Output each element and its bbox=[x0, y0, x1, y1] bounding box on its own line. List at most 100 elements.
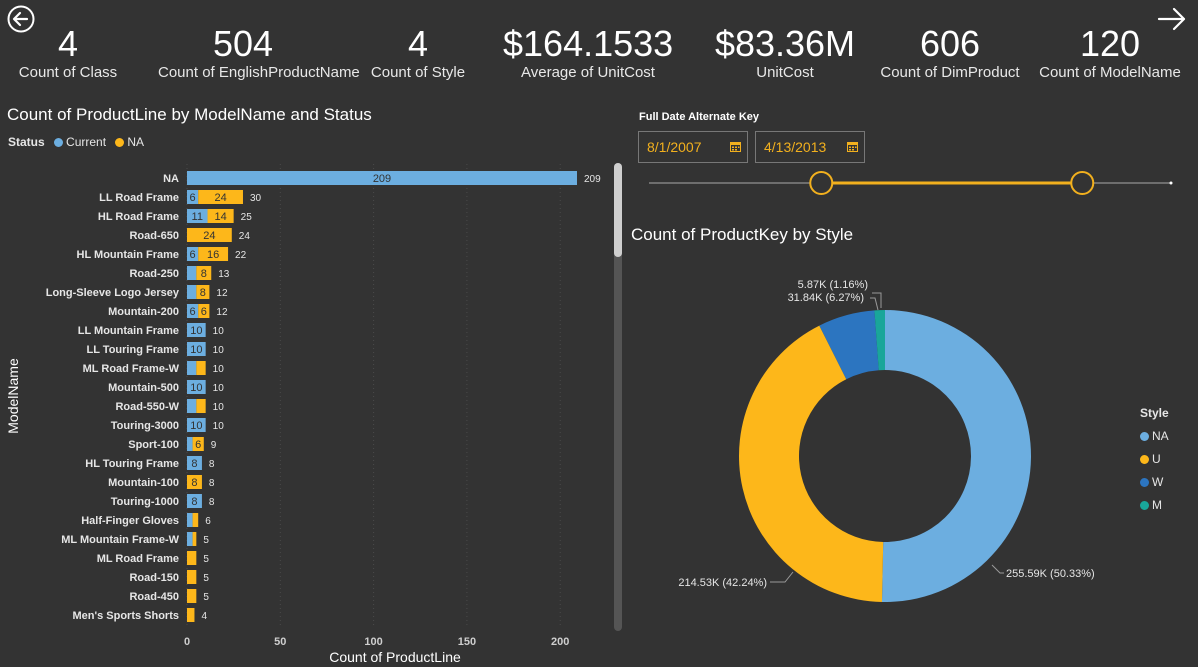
kpi-card-count-of-style[interactable]: 4 Count of Style bbox=[333, 24, 503, 82]
legend-swatch bbox=[1140, 478, 1149, 488]
kpi-card-count-of-class[interactable]: 4 Count of Class bbox=[0, 24, 153, 82]
donut-label-na-leader-line bbox=[991, 564, 1004, 574]
bar-current[interactable] bbox=[187, 285, 197, 299]
style-legend-item-m[interactable]: M bbox=[1140, 494, 1169, 517]
bar-na-data-label: 24 bbox=[203, 230, 215, 242]
bar-chart-title: Count of ProductLine by ModelName and St… bbox=[7, 105, 372, 124]
bar-total-label: 24 bbox=[239, 231, 251, 242]
slider-end-handle[interactable] bbox=[1070, 171, 1095, 195]
bar-na[interactable] bbox=[196, 399, 206, 413]
y-tick-label: ML Mountain Frame-W bbox=[61, 534, 179, 546]
legend-label: M bbox=[1152, 498, 1162, 512]
donut-slice-na[interactable] bbox=[881, 310, 1032, 602]
y-tick-label: ML Road Frame bbox=[97, 553, 179, 565]
legend-swatch bbox=[1140, 455, 1149, 465]
bar-total-label: 5 bbox=[203, 554, 209, 565]
bar-current-data-label: 10 bbox=[190, 325, 202, 337]
bar-na[interactable] bbox=[187, 570, 197, 584]
calendar-icon[interactable] bbox=[847, 141, 858, 152]
bar-total-label: 8 bbox=[209, 497, 215, 508]
kpi-value: $83.36M bbox=[714, 23, 856, 64]
style-legend-item-na[interactable]: NA bbox=[1140, 425, 1169, 448]
calendar-icon[interactable] bbox=[730, 141, 741, 152]
bar-chart: 0 50 100 150 200 Count of ProductLine ModelNam… bbox=[5, 164, 601, 665]
y-tick-label: Sport-100 bbox=[128, 439, 179, 451]
bar-total-label: 25 bbox=[241, 212, 253, 223]
bar-total-label: 30 bbox=[250, 193, 262, 204]
bar-total-label: 5 bbox=[203, 535, 209, 546]
kpi-card-unitcost[interactable]: $83.36M UnitCost bbox=[700, 24, 870, 82]
y-tick-label: Touring-1000 bbox=[111, 496, 179, 508]
style-legend-item-u[interactable]: U bbox=[1140, 448, 1169, 471]
slider-end-marker bbox=[1169, 181, 1173, 185]
bar-na[interactable] bbox=[187, 551, 197, 565]
bar-na-data-label: 6 bbox=[195, 439, 201, 451]
y-tick-label: HL Mountain Frame bbox=[77, 249, 179, 261]
bar-current[interactable] bbox=[187, 513, 193, 527]
donut-label-u-leader-line bbox=[770, 571, 794, 583]
x-axis-title: Count of ProductLine bbox=[329, 649, 461, 665]
kpi-label: Count of EnglishProductName bbox=[158, 64, 360, 81]
y-tick-label: NA bbox=[163, 173, 179, 185]
kpi-card-count-of-modelname[interactable]: 120 Count of ModelName bbox=[1025, 24, 1195, 82]
start-date-input[interactable]: 8/1/2007 bbox=[638, 131, 748, 163]
bar-chart-scrollbar[interactable] bbox=[614, 163, 622, 257]
style-legend: Style NA U W M bbox=[1140, 402, 1169, 517]
legend-na-label[interactable]: NA bbox=[127, 135, 144, 149]
kpi-card-count-of-englishproductname[interactable]: 504 Count of EnglishProductName bbox=[158, 24, 360, 82]
bar-na[interactable] bbox=[196, 361, 206, 375]
y-tick-label: HL Road Frame bbox=[98, 211, 179, 223]
bar-na[interactable] bbox=[187, 589, 197, 603]
date-range-slider[interactable] bbox=[645, 168, 1175, 198]
bar-total-label: 10 bbox=[213, 383, 225, 394]
date-slicer-title: Full Date Alternate Key bbox=[639, 111, 760, 123]
bar-na[interactable] bbox=[187, 608, 195, 622]
bar-current-data-label: 11 bbox=[192, 211, 203, 223]
kpi-label: Count of ModelName bbox=[1039, 64, 1181, 81]
legend-swatch bbox=[1140, 501, 1149, 511]
bar-total-label: 8 bbox=[209, 459, 215, 470]
bar-current[interactable] bbox=[187, 532, 193, 546]
bar-current[interactable] bbox=[187, 399, 197, 413]
bar-na[interactable] bbox=[192, 532, 197, 546]
bar-total-label: 10 bbox=[213, 345, 225, 356]
end-date-input[interactable]: 4/13/2013 bbox=[755, 131, 865, 163]
bar-current-data-label: 8 bbox=[191, 458, 197, 470]
legend-title: Status bbox=[8, 135, 45, 149]
legend-label: NA bbox=[1152, 429, 1169, 443]
legend-current-label[interactable]: Current bbox=[66, 135, 106, 149]
kpi-value: 120 bbox=[1079, 23, 1141, 64]
bar-total-label: 4 bbox=[201, 611, 207, 622]
donut-chart-title: Count of ProductKey by Style bbox=[631, 225, 854, 244]
kpi-card-count-of-dimproduct[interactable]: 606 Count of DimProduct bbox=[865, 24, 1035, 82]
bar-current-data-label: 209 bbox=[373, 173, 391, 185]
y-tick-label: Road-150 bbox=[129, 572, 179, 584]
y-tick-label: Road-650 bbox=[129, 230, 179, 242]
bar-total-label: 6 bbox=[205, 516, 211, 527]
donut-chart: 255.59K (50.33%) 214.53K (42.24%) 31.84K (… bbox=[678, 279, 1095, 602]
bar-current[interactable] bbox=[187, 361, 197, 375]
legend-current-swatch bbox=[54, 138, 64, 148]
legend-swatch bbox=[1140, 432, 1149, 442]
y-tick-label: Mountain-200 bbox=[108, 306, 179, 318]
bar-na-data-label: 8 bbox=[201, 268, 207, 280]
kpi-value: 606 bbox=[919, 23, 981, 64]
slider-start-handle[interactable] bbox=[809, 171, 834, 195]
style-legend-title: Style bbox=[1140, 406, 1169, 420]
bar-na-data-label: 6 bbox=[201, 306, 207, 318]
bar-na[interactable] bbox=[192, 513, 199, 527]
style-legend-item-w[interactable]: W bbox=[1140, 471, 1169, 494]
bar-total-label: 13 bbox=[218, 269, 230, 280]
bar-current[interactable] bbox=[187, 437, 193, 451]
bar-current[interactable] bbox=[187, 266, 197, 280]
donut-label-m: 5.87K (1.16%) bbox=[798, 279, 868, 291]
y-axis-title: ModelName bbox=[5, 358, 21, 434]
kpi-value: 4 bbox=[57, 23, 79, 64]
y-tick-label: Men's Sports Shorts bbox=[72, 610, 179, 622]
bar-total-label: 10 bbox=[213, 421, 225, 432]
kpi-card-average-of-unitcost[interactable]: $164.1533 Average of UnitCost bbox=[503, 24, 673, 82]
kpi-value: $164.1533 bbox=[503, 23, 674, 64]
bar-total-label: 5 bbox=[203, 573, 209, 584]
donut-label-w: 31.84K (6.27%) bbox=[788, 292, 864, 304]
x-tick-label: 200 bbox=[551, 636, 569, 648]
